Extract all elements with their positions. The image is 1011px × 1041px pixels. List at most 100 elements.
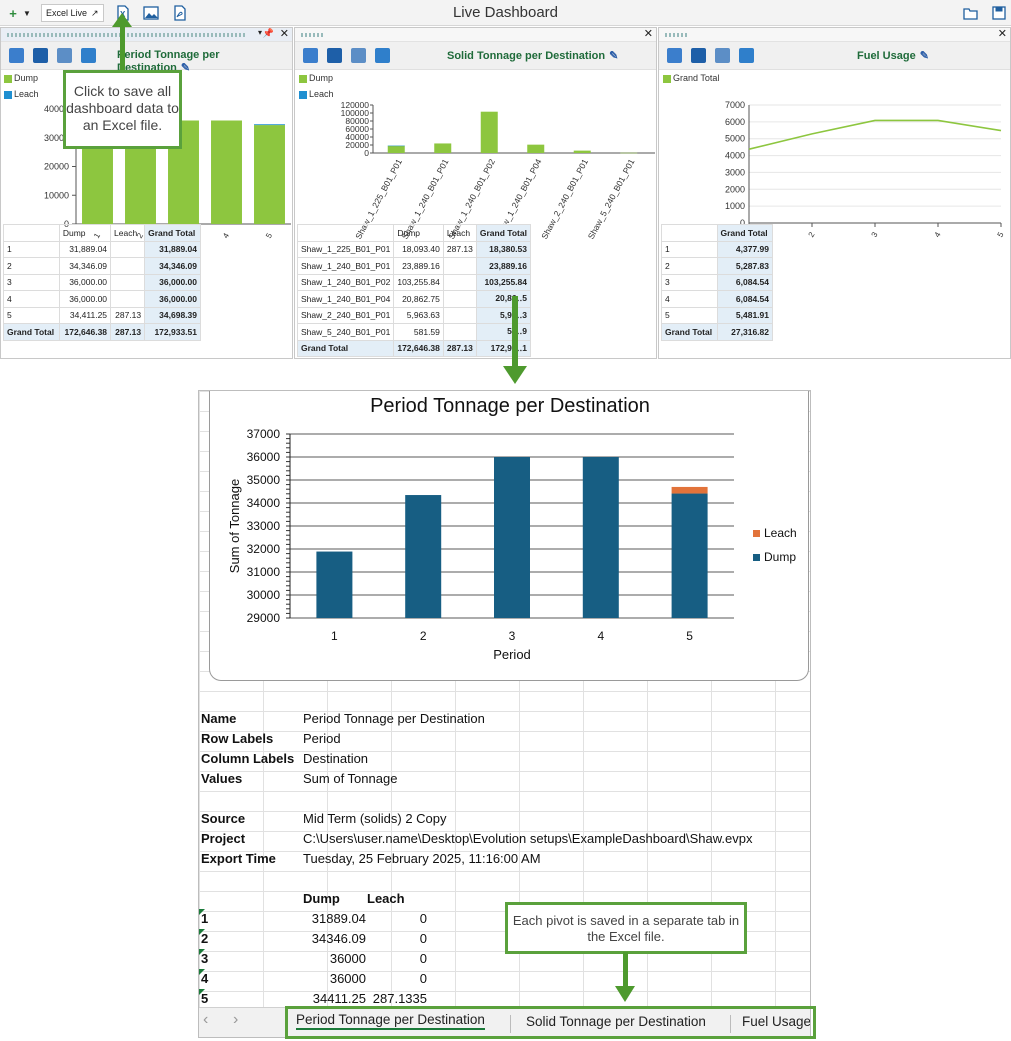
table-cell: 2 [661, 257, 718, 275]
table-cell [110, 290, 146, 308]
table-cell: 5,96‥3 [475, 306, 532, 324]
table-cell [110, 257, 146, 275]
table-cell: 172,933.51 [144, 323, 201, 341]
table-cell: Shaw_5_240_B01_P01 [296, 323, 395, 341]
table-row: 1 4,377.99 [661, 240, 773, 258]
table-cell: 31,889.04 [144, 240, 201, 258]
close-icon[interactable]: ✕ [644, 28, 653, 40]
save-icon[interactable] [990, 4, 1008, 22]
excel-live-label: Excel Live [46, 8, 88, 18]
table-row: 3 36,000.00 36,000.00 [3, 273, 201, 291]
plus-icon[interactable]: + [4, 4, 22, 22]
column-header[interactable]: Dump [58, 224, 112, 242]
x-tick-label: 3 [870, 230, 880, 239]
drag-grip[interactable] [7, 33, 247, 37]
edit-pencil-icon[interactable]: ✎ [920, 50, 929, 62]
excel-icon[interactable] [691, 48, 706, 63]
excel-period-tonnage-chart: Period Tonnage per Destination 37000 36000… [227, 395, 797, 662]
y-tick-label: 0 [364, 148, 369, 158]
column-header[interactable]: Dump [393, 224, 444, 242]
panel-titlebar[interactable]: ▾ 📌 ✕ [1, 28, 292, 42]
table-cell: Grand Total [296, 339, 395, 357]
bar-dump [434, 143, 452, 153]
table-cell: 172,646.38 [58, 323, 112, 341]
row-label: 5 [201, 991, 209, 1006]
chart-icon[interactable] [81, 48, 96, 63]
table-cell: 36,000.00 [144, 290, 201, 308]
excel-icon[interactable] [327, 48, 342, 63]
table-cell: Shaw_2_240_B01_P01 [296, 306, 395, 324]
table-cell [442, 257, 477, 275]
y-tick-label: 3000 [725, 167, 745, 177]
data-column-header: Leach [367, 891, 405, 906]
column-header[interactable]: Grand Total [475, 224, 532, 242]
legend-label-leach: Leach [764, 526, 797, 540]
table-cell: 287.13 [110, 323, 146, 341]
panel-titlebar[interactable]: ✕ [295, 28, 656, 42]
table-cell: 4,377.99 [716, 240, 773, 258]
pdf-export-icon[interactable] [171, 4, 189, 22]
dropdown-arrow-icon[interactable]: ▼ [22, 4, 32, 22]
bar-leach [254, 124, 285, 126]
drag-grip[interactable] [301, 33, 325, 37]
edit-pencil-icon[interactable]: ✎ [609, 50, 618, 62]
pivot-table: Grand Total 1 4,377.99 2 5,287.83 3 6,084.54 4 6… [661, 224, 773, 341]
excel-live-button[interactable]: Excel Live ↗ [41, 4, 104, 22]
chart-icon[interactable] [375, 48, 390, 63]
table-row: Shaw_1_240_B01_P01 23,889.16 23,889.16 [296, 257, 532, 275]
flow-arrowhead [503, 366, 527, 384]
table-cell: 31,889.04 [58, 240, 112, 258]
dump-value: 36000 [329, 951, 366, 966]
table-icon[interactable] [351, 48, 366, 63]
table-cell: 5 [3, 306, 60, 324]
info-value: Mid Term (solids) 2 Copy [303, 811, 447, 826]
y-tick-label: 37000 [247, 427, 281, 441]
close-icon[interactable]: ✕ [280, 28, 289, 40]
pivot-table: Dump Leach Grand Total Shaw_1_225_B01_P01 18… [296, 224, 532, 357]
chart-icon[interactable] [739, 48, 754, 63]
table-cell: Shaw_1_240_B01_P01 [296, 257, 395, 275]
column-header[interactable] [3, 224, 60, 242]
panel-titlebar[interactable]: ✕ [659, 28, 1010, 42]
tab-scroll-left-icon[interactable]: ‹ [203, 1011, 208, 1029]
image-export-icon[interactable] [142, 4, 160, 22]
info-key: Source [201, 811, 246, 826]
column-header[interactable]: Grand Total [144, 224, 201, 242]
column-header[interactable]: Leach [110, 224, 146, 242]
table-row: 1 31,889.04 31,889.04 [3, 240, 201, 258]
table-icon[interactable] [715, 48, 730, 63]
table-header-row: Dump Leach Grand Total [3, 224, 201, 242]
leach-value: 0 [419, 931, 427, 946]
tabs-highlight-frame [285, 1006, 816, 1039]
y-axis-title: Sum of Tonnage [227, 479, 242, 573]
expand-icon[interactable] [667, 48, 682, 63]
table-cell: 20,862.75 [393, 290, 444, 308]
close-icon[interactable]: ✕ [998, 28, 1007, 40]
column-header[interactable] [296, 224, 395, 242]
expand-icon[interactable] [303, 48, 318, 63]
leach-value: 0 [419, 971, 427, 986]
drag-grip[interactable] [665, 33, 689, 37]
column-header[interactable] [661, 224, 718, 242]
bar-dump [254, 125, 285, 224]
table-icon[interactable] [57, 48, 72, 63]
chart-title: Period Tonnage per Destination [370, 395, 650, 417]
y-tick-label: 30000 [247, 588, 281, 602]
expand-icon[interactable] [9, 48, 24, 63]
callout-arrowhead [112, 13, 132, 27]
dropdown-arrow-icon[interactable]: ▾ [258, 28, 262, 37]
bar-dump [480, 111, 498, 153]
y-tick-label: 31000 [247, 565, 281, 579]
y-tick-label: 29000 [247, 611, 281, 625]
tab-scroll-right-icon[interactable]: › [233, 1011, 238, 1029]
excel-icon[interactable] [33, 48, 48, 63]
y-tick-label: 20000 [44, 162, 69, 172]
pin-icon[interactable]: 📌 [263, 28, 274, 39]
table-cell: 172,646.38 [393, 339, 444, 357]
column-header[interactable]: Leach [442, 224, 477, 242]
column-header[interactable]: Grand Total [716, 224, 773, 242]
y-tick-label: 32000 [247, 542, 281, 556]
folder-open-icon[interactable] [962, 4, 980, 22]
leach-value: 0 [419, 951, 427, 966]
panel-toolbar: Fuel Usage ✎ [659, 42, 1010, 70]
